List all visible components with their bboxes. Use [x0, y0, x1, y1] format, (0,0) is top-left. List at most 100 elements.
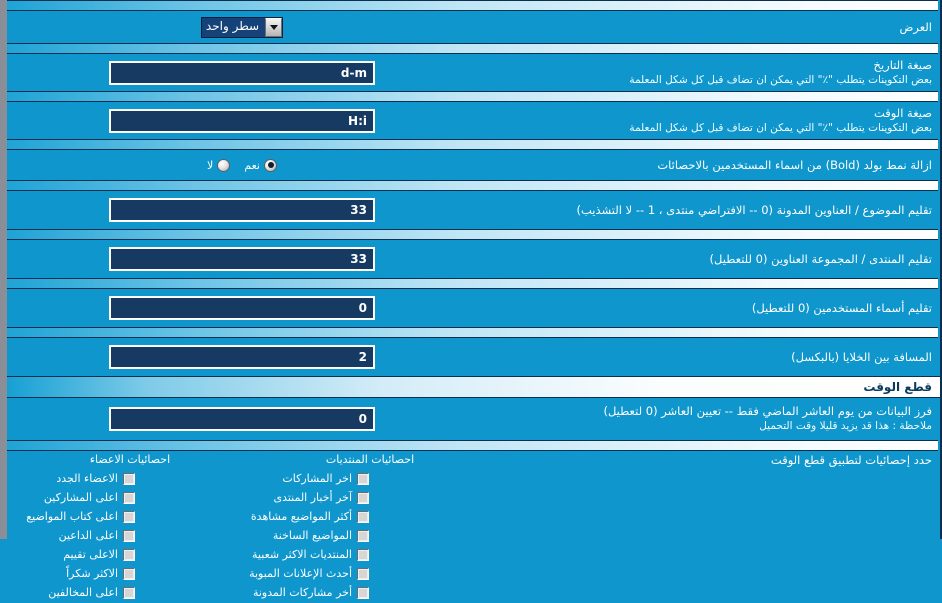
checkbox-icon[interactable] [123, 567, 135, 580]
checkbox-icon[interactable] [357, 548, 369, 561]
row-time-cut-note: ملاحظة : هذا قد يزيد قليلا وقت التحميل [759, 420, 932, 432]
row-time-format-label: صيغة الوقت بعض التكوينات يتطلب "٪" التي … [487, 106, 932, 135]
checkbox-item-top-rated[interactable]: الاعلى تقييم [7, 545, 247, 564]
trim-usernames-input[interactable] [109, 296, 375, 320]
checkbox-icon[interactable] [357, 586, 369, 599]
checkbox-item-latest-blog-posts[interactable]: أخر مشاركات المدونة [247, 583, 487, 602]
row-trim-usernames-label: تقليم أسماء المستخدمين (0 للتعطيل) [487, 301, 932, 316]
checkbox-icon[interactable] [357, 491, 369, 504]
row-trim-forum-titles-title: تقليم المنتدى / المجموعة العناوين (0 للت… [709, 252, 932, 266]
checkbox-item-new-members[interactable]: الاعضاء الجدد [7, 469, 247, 488]
row-trim-topic-titles: تقليم الموضوع / العناوين المدونة (0 -- ا… [7, 191, 940, 229]
remove-bold-radio-group: نعم لا [207, 158, 277, 172]
trim-topic-titles-input[interactable] [109, 198, 375, 222]
checkbox-item-latest-posts[interactable]: اخر المشاركات [247, 469, 487, 488]
checkbox-icon[interactable] [357, 472, 369, 485]
checkbox-item-top-posters[interactable]: اعلى المشاركين [7, 488, 247, 507]
display-mode-select[interactable]: سطر واحد [200, 16, 284, 38]
checkbox-icon[interactable] [123, 586, 135, 599]
radio-unselected-icon[interactable] [217, 158, 231, 172]
section-header-time-cut-title: قطع الوقت [863, 380, 932, 394]
row-date-format-hint: بعض التكوينات يتطلب "٪" التي يمكن ان تضا… [629, 74, 932, 86]
checkbox-icon[interactable] [123, 472, 135, 485]
stats-column-members-head: احصائيات الاعضاء [89, 453, 171, 466]
checkbox-label: الاعلى تقييم [63, 548, 118, 561]
separator-3 [7, 139, 938, 150]
row-remove-bold: ازالة نمط بولد (Bold) من اسماء المستخدمي… [7, 150, 940, 180]
row-date-format: صيغة التاريخ بعض التكوينات يتطلب "٪" الت… [7, 54, 940, 91]
cell-spacing-input[interactable] [109, 345, 375, 369]
row-trim-forum-titles: تقليم المنتدى / المجموعة العناوين (0 للت… [7, 240, 940, 278]
separator-4 [7, 180, 938, 191]
row-trim-forum-titles-label: تقليم المنتدى / المجموعة العناوين (0 للت… [487, 252, 932, 267]
checkbox-label: اعلى المشاركين [43, 491, 118, 504]
row-trim-topic-titles-label: تقليم الموضوع / العناوين المدونة (0 -- ا… [487, 203, 932, 218]
checkbox-item-latest-classifieds[interactable]: أحدث الإعلانات المبوبة [247, 564, 487, 583]
row-remove-bold-title: ازالة نمط بولد (Bold) من اسماء المستخدمي… [657, 158, 932, 172]
row-trim-topic-titles-title: تقليم الموضوع / العناوين المدونة (0 -- ا… [576, 203, 932, 217]
radio-selected-icon[interactable] [264, 158, 277, 172]
checkbox-label: اعلى الداعين [58, 529, 118, 542]
separator-2 [7, 91, 938, 102]
checkbox-label: اعلى المخالفين [48, 586, 118, 599]
remove-bold-no[interactable]: لا [207, 158, 231, 172]
checkbox-label: أحدث الإعلانات المبوبة [249, 567, 352, 580]
display-mode-select-value: سطر واحد [201, 17, 266, 37]
row-time-cut: فرز البيانات من يوم العاشر الماضي فقط --… [7, 398, 940, 440]
row-display: العرض سطر واحد [7, 11, 940, 43]
separator-8 [7, 440, 938, 451]
checkbox-item-most-viewed-topics[interactable]: أكثر المواضيع مشاهدة [247, 507, 487, 526]
checkbox-label: المنتديات الاكثر شعبية [252, 548, 352, 561]
row-time-format-control [7, 102, 477, 139]
checkbox-label: أكثر المواضيع مشاهدة [250, 510, 352, 523]
row-display-control: سطر واحد [7, 11, 477, 43]
checkbox-label: آخر أخبار المنتدى [273, 491, 352, 504]
row-trim-topic-titles-control [7, 191, 477, 229]
row-stats-selection-label: حدد إحصائيات لتطبيق قطع الوقت [770, 453, 932, 467]
remove-bold-yes[interactable]: نعم [244, 158, 277, 172]
section-header-time-cut: قطع الوقت [7, 376, 940, 398]
row-time-cut-title: فرز البيانات من يوم العاشر الماضي فقط --… [603, 404, 932, 418]
checkbox-item-hot-topics[interactable]: المواضيع الساخنة [247, 526, 487, 545]
checkbox-label: الاعضاء الجدد [56, 472, 118, 485]
remove-bold-no-label: لا [207, 158, 214, 172]
row-date-format-label: صيغة التاريخ بعض التكوينات يتطلب "٪" الت… [487, 58, 932, 87]
remove-bold-yes-label: نعم [244, 158, 260, 172]
row-stats-selection: حدد إحصائيات لتطبيق قطع الوقت احصائيات ا… [7, 451, 940, 603]
stats-columns: احصائيات المنتديات اخر المشاركات آخر أخب… [7, 451, 487, 602]
time-format-input[interactable] [109, 108, 375, 133]
checkbox-item-top-violators[interactable]: اعلى المخالفين [7, 583, 247, 602]
checkbox-icon[interactable] [123, 548, 135, 561]
row-trim-forum-titles-control [7, 240, 477, 278]
checkbox-item-top-inviters[interactable]: اعلى الداعين [7, 526, 247, 545]
settings-page: العرض سطر واحد صيغة التاريخ بعض التكوينا… [0, 0, 942, 603]
row-cell-spacing-label: المسافة بين الخلايا (بالبكسل) [487, 350, 932, 365]
checkbox-item-top-topic-writers[interactable]: اعلى كتاب المواضيع [7, 507, 247, 526]
checkbox-item-most-popular-forums[interactable]: المنتديات الاكثر شعبية [247, 545, 487, 564]
checkbox-label: أخر مشاركات المدونة [252, 586, 352, 599]
date-format-input[interactable] [109, 60, 375, 85]
checkbox-icon[interactable] [123, 529, 135, 542]
checkbox-label: اخر المشاركات [282, 472, 352, 485]
checkbox-icon[interactable] [123, 510, 135, 523]
checkbox-icon[interactable] [357, 567, 369, 580]
separator-5 [7, 229, 938, 240]
checkbox-item-most-thanked[interactable]: الاكثر شكراً [7, 564, 247, 583]
row-time-format: صيغة الوقت بعض التكوينات يتطلب "٪" التي … [7, 102, 940, 139]
separator-top [7, 0, 938, 11]
trim-forum-titles-input[interactable] [109, 247, 375, 271]
checkbox-icon[interactable] [357, 529, 369, 542]
checkbox-icon[interactable] [123, 491, 135, 504]
row-cell-spacing: المسافة بين الخلايا (بالبكسل) [7, 338, 940, 376]
chevron-down-icon[interactable] [265, 17, 283, 37]
checkbox-label: المواضيع الساخنة [272, 529, 352, 542]
stats-column-forums-head: احصائيات المنتديات [325, 453, 415, 466]
row-date-format-control [7, 54, 477, 91]
time-cut-days-input[interactable] [109, 407, 375, 431]
stats-column-forums: احصائيات المنتديات اخر المشاركات آخر أخب… [247, 451, 487, 602]
checkbox-icon[interactable] [357, 510, 369, 523]
row-date-format-title: صيغة التاريخ [873, 58, 932, 72]
checkbox-item-latest-forum-news[interactable]: آخر أخبار المنتدى [247, 488, 487, 507]
row-time-format-title: صيغة الوقت [873, 106, 932, 120]
row-remove-bold-control: نعم لا [7, 150, 477, 180]
